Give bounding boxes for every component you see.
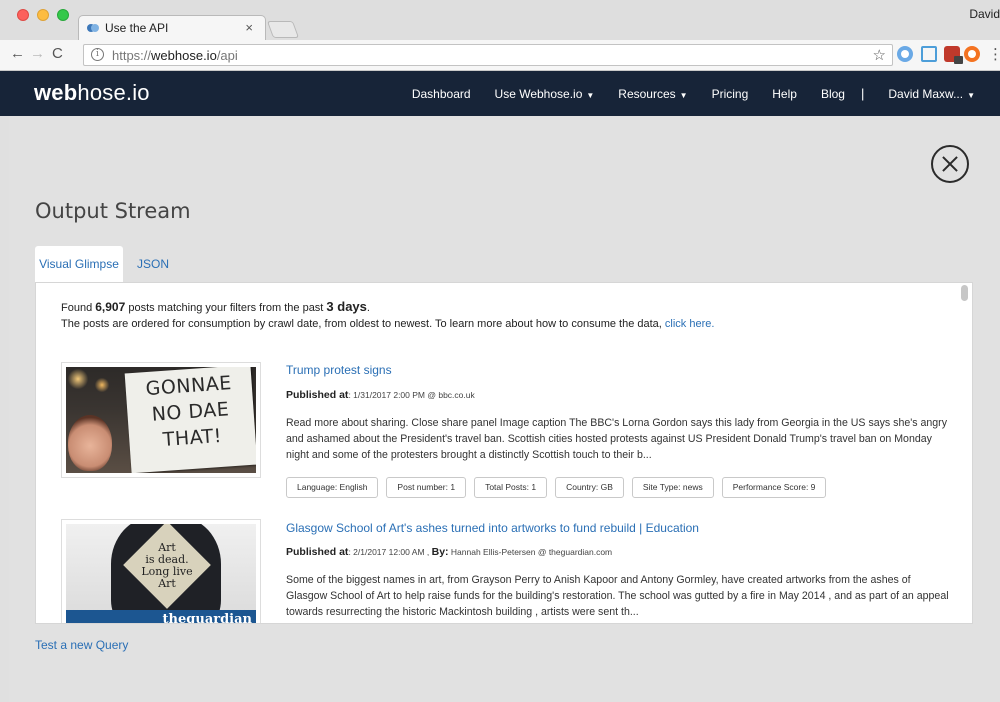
post-thumbnail[interactable]: GONNAE NO DAE THAT! [61, 362, 261, 478]
panel-scrollbar[interactable] [961, 285, 968, 301]
new-tab-button[interactable] [266, 21, 300, 38]
caret-down-icon: ▼ [679, 90, 688, 100]
caret-down-icon: ▼ [586, 90, 595, 100]
protest-sign: GONNAE NO DAE THAT! [124, 367, 256, 473]
reload-icon[interactable]: C [52, 45, 63, 62]
bookmark-star-icon[interactable]: ☆ [873, 46, 886, 64]
address-bar[interactable]: i https://webhose.io/api ☆ [83, 44, 893, 66]
person-face [68, 415, 112, 471]
page-title: Output Stream [35, 199, 191, 223]
tab-title: Use the API [105, 21, 169, 35]
tag-performance-score: Performance Score: 9 [721, 477, 827, 498]
tag-country: Country: GB [555, 477, 624, 498]
profile-name[interactable]: David [969, 7, 1000, 21]
results-summary: Found 6,907 posts matching your filters … [61, 299, 370, 314]
nav-user-menu[interactable]: David Maxw... ▼ [888, 87, 975, 101]
nav-use-webhose[interactable]: Use Webhose.io ▼ [495, 87, 595, 101]
art-vase-image: Art is dead. Long live Art theguardian [66, 524, 256, 623]
results-panel: Found 6,907 posts matching your filters … [35, 282, 973, 624]
tag-total-posts: Total Posts: 1 [474, 477, 548, 498]
post-tags: Language: English Post number: 1 Total P… [286, 477, 834, 498]
site-navbar: webhose.io Dashboard Use Webhose.io ▼ Res… [0, 71, 1000, 116]
tab-close-icon[interactable]: × [245, 20, 253, 35]
nav-separator: | [860, 86, 865, 101]
protest-sign-image: GONNAE NO DAE THAT! [66, 367, 256, 473]
tag-post-number: Post number: 1 [386, 477, 467, 498]
webhose-favicon-icon [87, 24, 99, 33]
tag-language: Language: English [286, 477, 379, 498]
site-nav-links: Dashboard Use Webhose.io ▼ Resources ▼ Pri… [388, 71, 975, 116]
post-published-meta: Published at: 2/1/2017 12:00 AM , By: Ha… [286, 546, 613, 558]
browser-tabstrip: Use the API × David [0, 0, 1000, 41]
maximize-window-button[interactable] [57, 9, 69, 21]
nav-pricing[interactable]: Pricing [712, 87, 749, 101]
browser-tab[interactable]: Use the API × [78, 15, 266, 41]
extension-capture-icon[interactable] [921, 46, 937, 62]
close-circle-icon[interactable] [931, 145, 969, 183]
caret-down-icon: ▼ [967, 90, 975, 100]
nav-dashboard[interactable]: Dashboard [412, 87, 471, 101]
post-title-link[interactable]: Trump protest signs [286, 363, 392, 377]
close-window-button[interactable] [17, 9, 29, 21]
extension-red-icon[interactable] [944, 46, 963, 64]
results-order-note: The posts are ordered for consumption by… [61, 318, 715, 330]
tag-site-type: Site Type: news [631, 477, 714, 498]
back-arrow-icon[interactable]: ← [10, 45, 25, 62]
click-here-link[interactable]: click here. [665, 318, 715, 330]
extension-blue-icon[interactable] [897, 46, 913, 62]
nav-blog[interactable]: Blog [821, 87, 845, 101]
tab-visual-glimpse[interactable]: Visual Glimpse [35, 246, 123, 282]
minimize-window-button[interactable] [37, 9, 49, 21]
browser-menu-icon[interactable]: ⋮ [988, 45, 1000, 63]
info-icon[interactable]: i [91, 48, 104, 61]
test-new-query-link[interactable]: Test a new Query [35, 638, 128, 652]
browser-toolbar: ← → C i https://webhose.io/api ☆ ⋮ [0, 40, 1000, 71]
guardian-banner: theguardian [66, 610, 256, 623]
post-description: Some of the biggest names in art, from G… [286, 574, 949, 618]
tab-json[interactable]: JSON [137, 246, 169, 282]
nav-resources[interactable]: Resources ▼ [618, 87, 687, 101]
post-published-meta: Published at: 1/31/2017 2:00 PM @ bbc.co… [286, 389, 475, 401]
post-description: Read more about sharing. Close share pan… [286, 417, 948, 461]
extension-orange-icon[interactable] [964, 46, 980, 62]
webhose-logo[interactable]: webhose.io [34, 80, 150, 106]
post-title-link[interactable]: Glasgow School of Art's ashes turned int… [286, 521, 699, 535]
nav-help[interactable]: Help [772, 87, 797, 101]
url-text[interactable]: https://webhose.io/api [112, 48, 238, 63]
post-thumbnail[interactable]: Art is dead. Long live Art theguardian [61, 519, 261, 623]
forward-arrow-icon[interactable]: → [30, 45, 45, 62]
